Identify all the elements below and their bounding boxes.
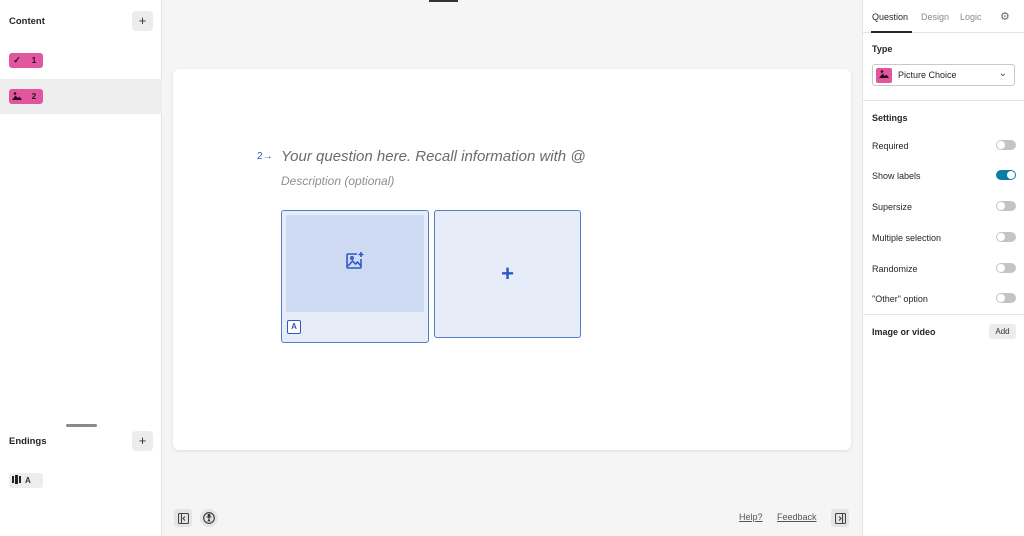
properties-panel: Question Design Logic ⚙ Type Picture Cho… [862, 0, 1024, 536]
plus-icon: + [501, 261, 514, 286]
randomize-toggle[interactable] [996, 263, 1016, 273]
gear-icon[interactable]: ⚙ [1000, 10, 1010, 23]
top-indicator [429, 0, 458, 2]
supersize-toggle[interactable] [996, 201, 1016, 211]
help-link[interactable]: Help? [739, 512, 763, 522]
accessibility-button[interactable] [200, 509, 218, 527]
divider [863, 100, 1024, 101]
question-badge: ✓ 1 [9, 53, 43, 68]
add-choice-button[interactable]: + [434, 210, 581, 338]
multiple-selection-toggle[interactable] [996, 232, 1016, 242]
active-tab-indicator [871, 31, 912, 33]
question-number: 1 [31, 56, 37, 65]
question-title-input[interactable]: Your question here. Recall information w… [281, 148, 586, 165]
arrow-right-icon: → [262, 151, 273, 162]
required-toggle[interactable] [996, 140, 1016, 150]
question-type-value: Picture Choice [898, 70, 957, 80]
collapse-left-panel-button[interactable] [174, 509, 192, 527]
question-item-2[interactable]: 2 [0, 79, 162, 114]
picture-icon [876, 68, 892, 83]
add-content-button[interactable]: + [132, 11, 153, 31]
question-number: 2 [31, 92, 37, 101]
show-labels-toggle[interactable] [996, 170, 1016, 180]
setting-required-label: Required [872, 141, 909, 151]
question-description-input[interactable]: Description (optional) [281, 174, 394, 188]
choice-key-label: A [287, 320, 301, 334]
setting-multiple-selection-label: Multiple selection [872, 233, 942, 243]
question-item-1[interactable]: ✓ 1 [0, 43, 162, 78]
resize-handle[interactable] [66, 424, 97, 427]
ending-icon [9, 475, 25, 486]
content-sidebar: Content + ✓ 1 2 Endings + A [0, 0, 162, 536]
divider [863, 314, 1024, 315]
checkmark-icon: ✓ [13, 55, 21, 65]
ending-label: A [25, 476, 31, 485]
tab-design[interactable]: Design [921, 12, 949, 22]
feedback-link[interactable]: Feedback [777, 512, 817, 522]
content-title: Content [9, 16, 45, 27]
add-ending-button[interactable]: + [132, 431, 153, 451]
question-type-select[interactable]: Picture Choice ⌄ [872, 64, 1015, 86]
settings-label: Settings [872, 113, 908, 123]
add-media-button[interactable]: Add [989, 324, 1016, 339]
chevron-down-icon: ⌄ [998, 68, 1007, 79]
picture-icon [9, 91, 25, 102]
panel-tabs: Question Design Logic ⚙ [863, 0, 1024, 33]
picture-choice-a[interactable]: A [281, 210, 429, 343]
question-badge: 2 [9, 89, 43, 104]
setting-other-option-label: "Other" option [872, 294, 928, 304]
image-or-video-label: Image or video [872, 327, 936, 337]
setting-show-labels-label: Show labels [872, 171, 921, 181]
setting-randomize-label: Randomize [872, 264, 918, 274]
ending-item[interactable]: A [9, 473, 43, 488]
content-header: Content + [0, 0, 162, 42]
tab-logic[interactable]: Logic [960, 12, 982, 22]
collapse-right-panel-button[interactable] [831, 509, 849, 527]
add-image-icon [345, 251, 365, 276]
tab-question[interactable]: Question [872, 12, 908, 22]
setting-supersize-label: Supersize [872, 202, 913, 212]
question-number-indicator: 2→ [257, 151, 273, 162]
type-label: Type [872, 44, 893, 54]
question-canvas: 2→ Your question here. Recall informatio… [173, 69, 851, 450]
endings-title: Endings [9, 436, 47, 447]
choice-image-placeholder[interactable] [286, 215, 424, 312]
other-option-toggle[interactable] [996, 293, 1016, 303]
